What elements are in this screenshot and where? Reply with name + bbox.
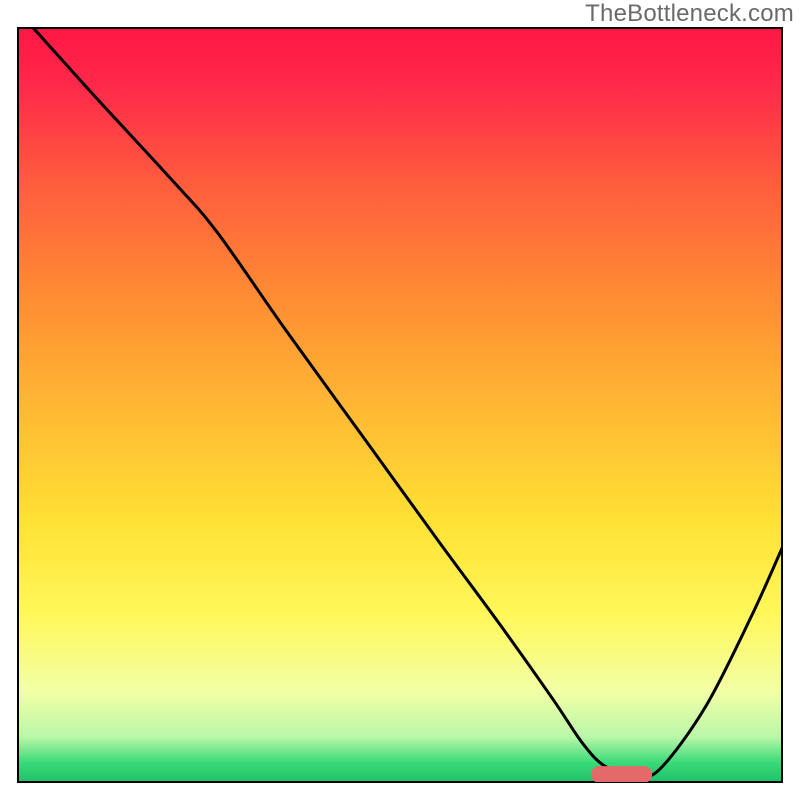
- bottleneck-plot: [0, 0, 800, 800]
- chart-canvas: TheBottleneck.com: [0, 0, 800, 800]
- gradient-background: [18, 28, 782, 782]
- optimum-marker: [591, 766, 652, 783]
